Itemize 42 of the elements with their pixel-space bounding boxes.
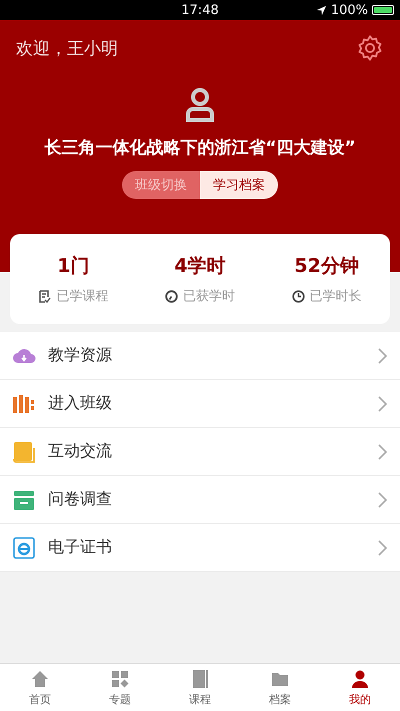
greeting: 欢迎，王小明 bbox=[16, 38, 118, 60]
segment-tab[interactable]: 学习档案 bbox=[200, 171, 278, 199]
notebook-icon bbox=[12, 440, 36, 464]
battery-level: 100% bbox=[330, 2, 368, 18]
menu-label: 进入班级 bbox=[48, 393, 113, 414]
tab-item[interactable]: 我的 bbox=[320, 664, 400, 711]
document-check-icon bbox=[38, 290, 52, 302]
user-icon bbox=[350, 668, 370, 688]
chevron-right-icon bbox=[378, 396, 388, 412]
menu-item[interactable]: 教学资源 bbox=[0, 332, 400, 380]
course-title: 长三角一体化战略下的浙江省“四大建设” bbox=[44, 137, 356, 159]
home-icon bbox=[30, 668, 50, 688]
tab-item[interactable]: 课程 bbox=[160, 664, 240, 711]
chevron-right-icon bbox=[378, 348, 388, 364]
chevron-right-icon bbox=[378, 492, 388, 508]
stat-label: 已获学时 bbox=[182, 288, 235, 305]
book-icon bbox=[190, 668, 210, 688]
menu-label: 互动交流 bbox=[48, 441, 113, 462]
menu-label: 问卷调查 bbox=[48, 489, 113, 510]
tab-item[interactable]: 首页 bbox=[0, 664, 80, 711]
status-time: 17:48 bbox=[181, 2, 219, 18]
stat-value: 4学时 bbox=[174, 254, 226, 279]
chevron-right-icon bbox=[378, 444, 388, 460]
settings-icon[interactable] bbox=[356, 34, 384, 62]
tab-item[interactable]: 专题 bbox=[80, 664, 160, 711]
menu-item[interactable]: 电子证书 bbox=[0, 524, 400, 572]
grid-icon bbox=[110, 668, 130, 688]
dial-icon bbox=[164, 290, 178, 302]
battery-icon bbox=[372, 5, 394, 15]
stat-value: 52分钟 bbox=[294, 254, 359, 279]
chevron-right-icon bbox=[378, 540, 388, 556]
clock-icon bbox=[292, 290, 305, 302]
menu-item[interactable]: 进入班级 bbox=[0, 380, 400, 428]
tab-item[interactable]: 档案 bbox=[240, 664, 320, 711]
menu-item[interactable]: 问卷调查 bbox=[0, 476, 400, 524]
menu-item[interactable]: 互动交流 bbox=[0, 428, 400, 476]
stat-label: 已学课程 bbox=[56, 288, 108, 305]
menu-label: 电子证书 bbox=[48, 537, 113, 558]
stat-value: 1门 bbox=[57, 254, 90, 279]
menu-label: 教学资源 bbox=[48, 345, 113, 366]
location-icon bbox=[316, 4, 327, 16]
stat-label: 已学时长 bbox=[310, 288, 362, 305]
